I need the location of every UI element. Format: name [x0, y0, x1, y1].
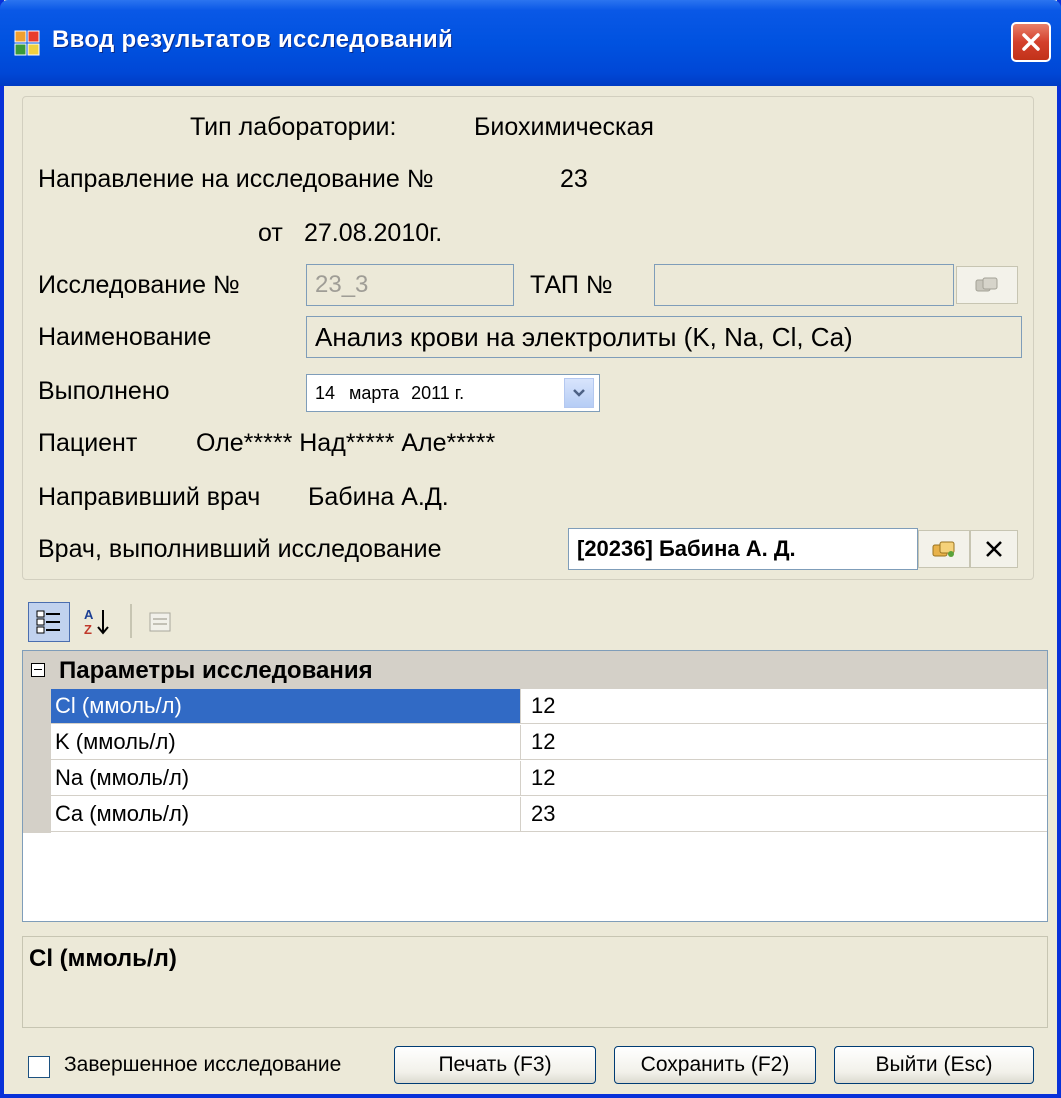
clear-icon	[986, 541, 1002, 557]
study-name-field: Анализ крови на электролиты (K, Na, Cl, …	[306, 316, 1022, 358]
study-number-field: 23_3	[306, 264, 514, 306]
referral-date: 27.08.2010г.	[304, 219, 443, 247]
app-icon	[14, 30, 40, 56]
date-month: марта	[349, 382, 400, 403]
collapse-icon[interactable]	[31, 663, 45, 677]
param-value[interactable]: 23	[521, 797, 1047, 832]
description-pane: Cl (ммоль/л)	[22, 936, 1048, 1028]
tap-lookup-button	[956, 266, 1018, 304]
categorized-icon	[36, 610, 60, 634]
title-bar[interactable]: Ввод результатов исследований	[0, 0, 1061, 86]
param-value[interactable]: 12	[521, 689, 1047, 724]
exit-button[interactable]: Выйти (Esc)	[834, 1046, 1034, 1084]
performing-doctor-label: Врач, выполнивший исследование	[38, 535, 442, 563]
property-grid: Параметры исследования Cl (ммоль/л) 12 K…	[22, 650, 1048, 922]
patient-label: Пациент	[38, 429, 138, 457]
print-button[interactable]: Печать (F3)	[394, 1046, 596, 1084]
table-row[interactable]: Ca (ммоль/л) 23	[23, 797, 1047, 833]
description-title: Cl (ммоль/л)	[29, 945, 177, 972]
performing-doctor-field[interactable]: [20236] Бабина А. Д.	[568, 528, 918, 570]
table-row[interactable]: Na (ммоль/л) 12	[23, 761, 1047, 797]
tap-field	[654, 264, 954, 306]
svg-text:Z: Z	[84, 622, 92, 637]
categorized-view-button[interactable]	[28, 602, 70, 642]
done-label: Выполнено	[38, 377, 170, 405]
name-label: Наименование	[38, 323, 212, 351]
lookup-icon	[932, 541, 955, 557]
save-button[interactable]: Сохранить (F2)	[614, 1046, 816, 1084]
referring-doctor-value: Бабина А.Д.	[308, 483, 449, 511]
completed-label[interactable]: Завершенное исследование	[64, 1053, 341, 1077]
param-name: Na (ммоль/л)	[51, 761, 521, 796]
sort-az-icon: A Z	[84, 607, 109, 637]
referring-doctor-label: Направивший врач	[38, 483, 261, 511]
window-title: Ввод результатов исследований	[52, 26, 454, 53]
close-button[interactable]	[1011, 22, 1051, 62]
study-number-label: Исследование №	[38, 271, 240, 299]
param-value[interactable]: 12	[521, 725, 1047, 760]
date-dropdown-button[interactable]	[564, 378, 594, 408]
lookup-icon	[975, 277, 998, 292]
lab-type-value: Биохимическая	[474, 113, 654, 141]
patient-name: Оле***** Над***** Але*****	[196, 429, 496, 457]
referral-number: 23	[560, 165, 588, 193]
category-header[interactable]: Параметры исследования	[23, 651, 1047, 689]
property-pages-icon	[149, 612, 171, 632]
table-row[interactable]: Cl (ммоль/л) 12	[23, 689, 1047, 725]
table-row[interactable]: K (ммоль/л) 12	[23, 725, 1047, 761]
category-label: Параметры исследования	[59, 657, 373, 684]
chevron-down-icon	[573, 389, 585, 397]
close-icon	[1022, 33, 1040, 51]
doctor-lookup-button[interactable]	[918, 530, 970, 568]
param-name: K (ммоль/л)	[51, 725, 521, 760]
lab-type-label: Тип лаборатории:	[190, 113, 397, 141]
date-year: 2011 г.	[411, 382, 465, 403]
svg-text:A: A	[84, 607, 94, 622]
param-name: Ca (ммоль/л)	[51, 797, 521, 832]
toolbar-separator	[130, 604, 132, 638]
done-date-picker[interactable]: 14 марта 2011 г.	[306, 374, 600, 412]
clear-doctor-button[interactable]	[970, 530, 1018, 568]
property-pages-button	[140, 602, 180, 642]
completed-checkbox[interactable]	[28, 1056, 50, 1078]
param-value[interactable]: 12	[521, 761, 1047, 796]
dialog-window: Ввод результатов исследований Тип лабора…	[0, 0, 1061, 1098]
date-prefix: от	[258, 219, 283, 247]
referral-label: Направление на исследование №	[38, 165, 434, 193]
date-day: 14	[315, 382, 336, 403]
tap-label: ТАП №	[530, 271, 613, 299]
param-name: Cl (ммоль/л)	[51, 689, 521, 724]
alphabetical-sort-button[interactable]: A Z	[78, 602, 118, 642]
